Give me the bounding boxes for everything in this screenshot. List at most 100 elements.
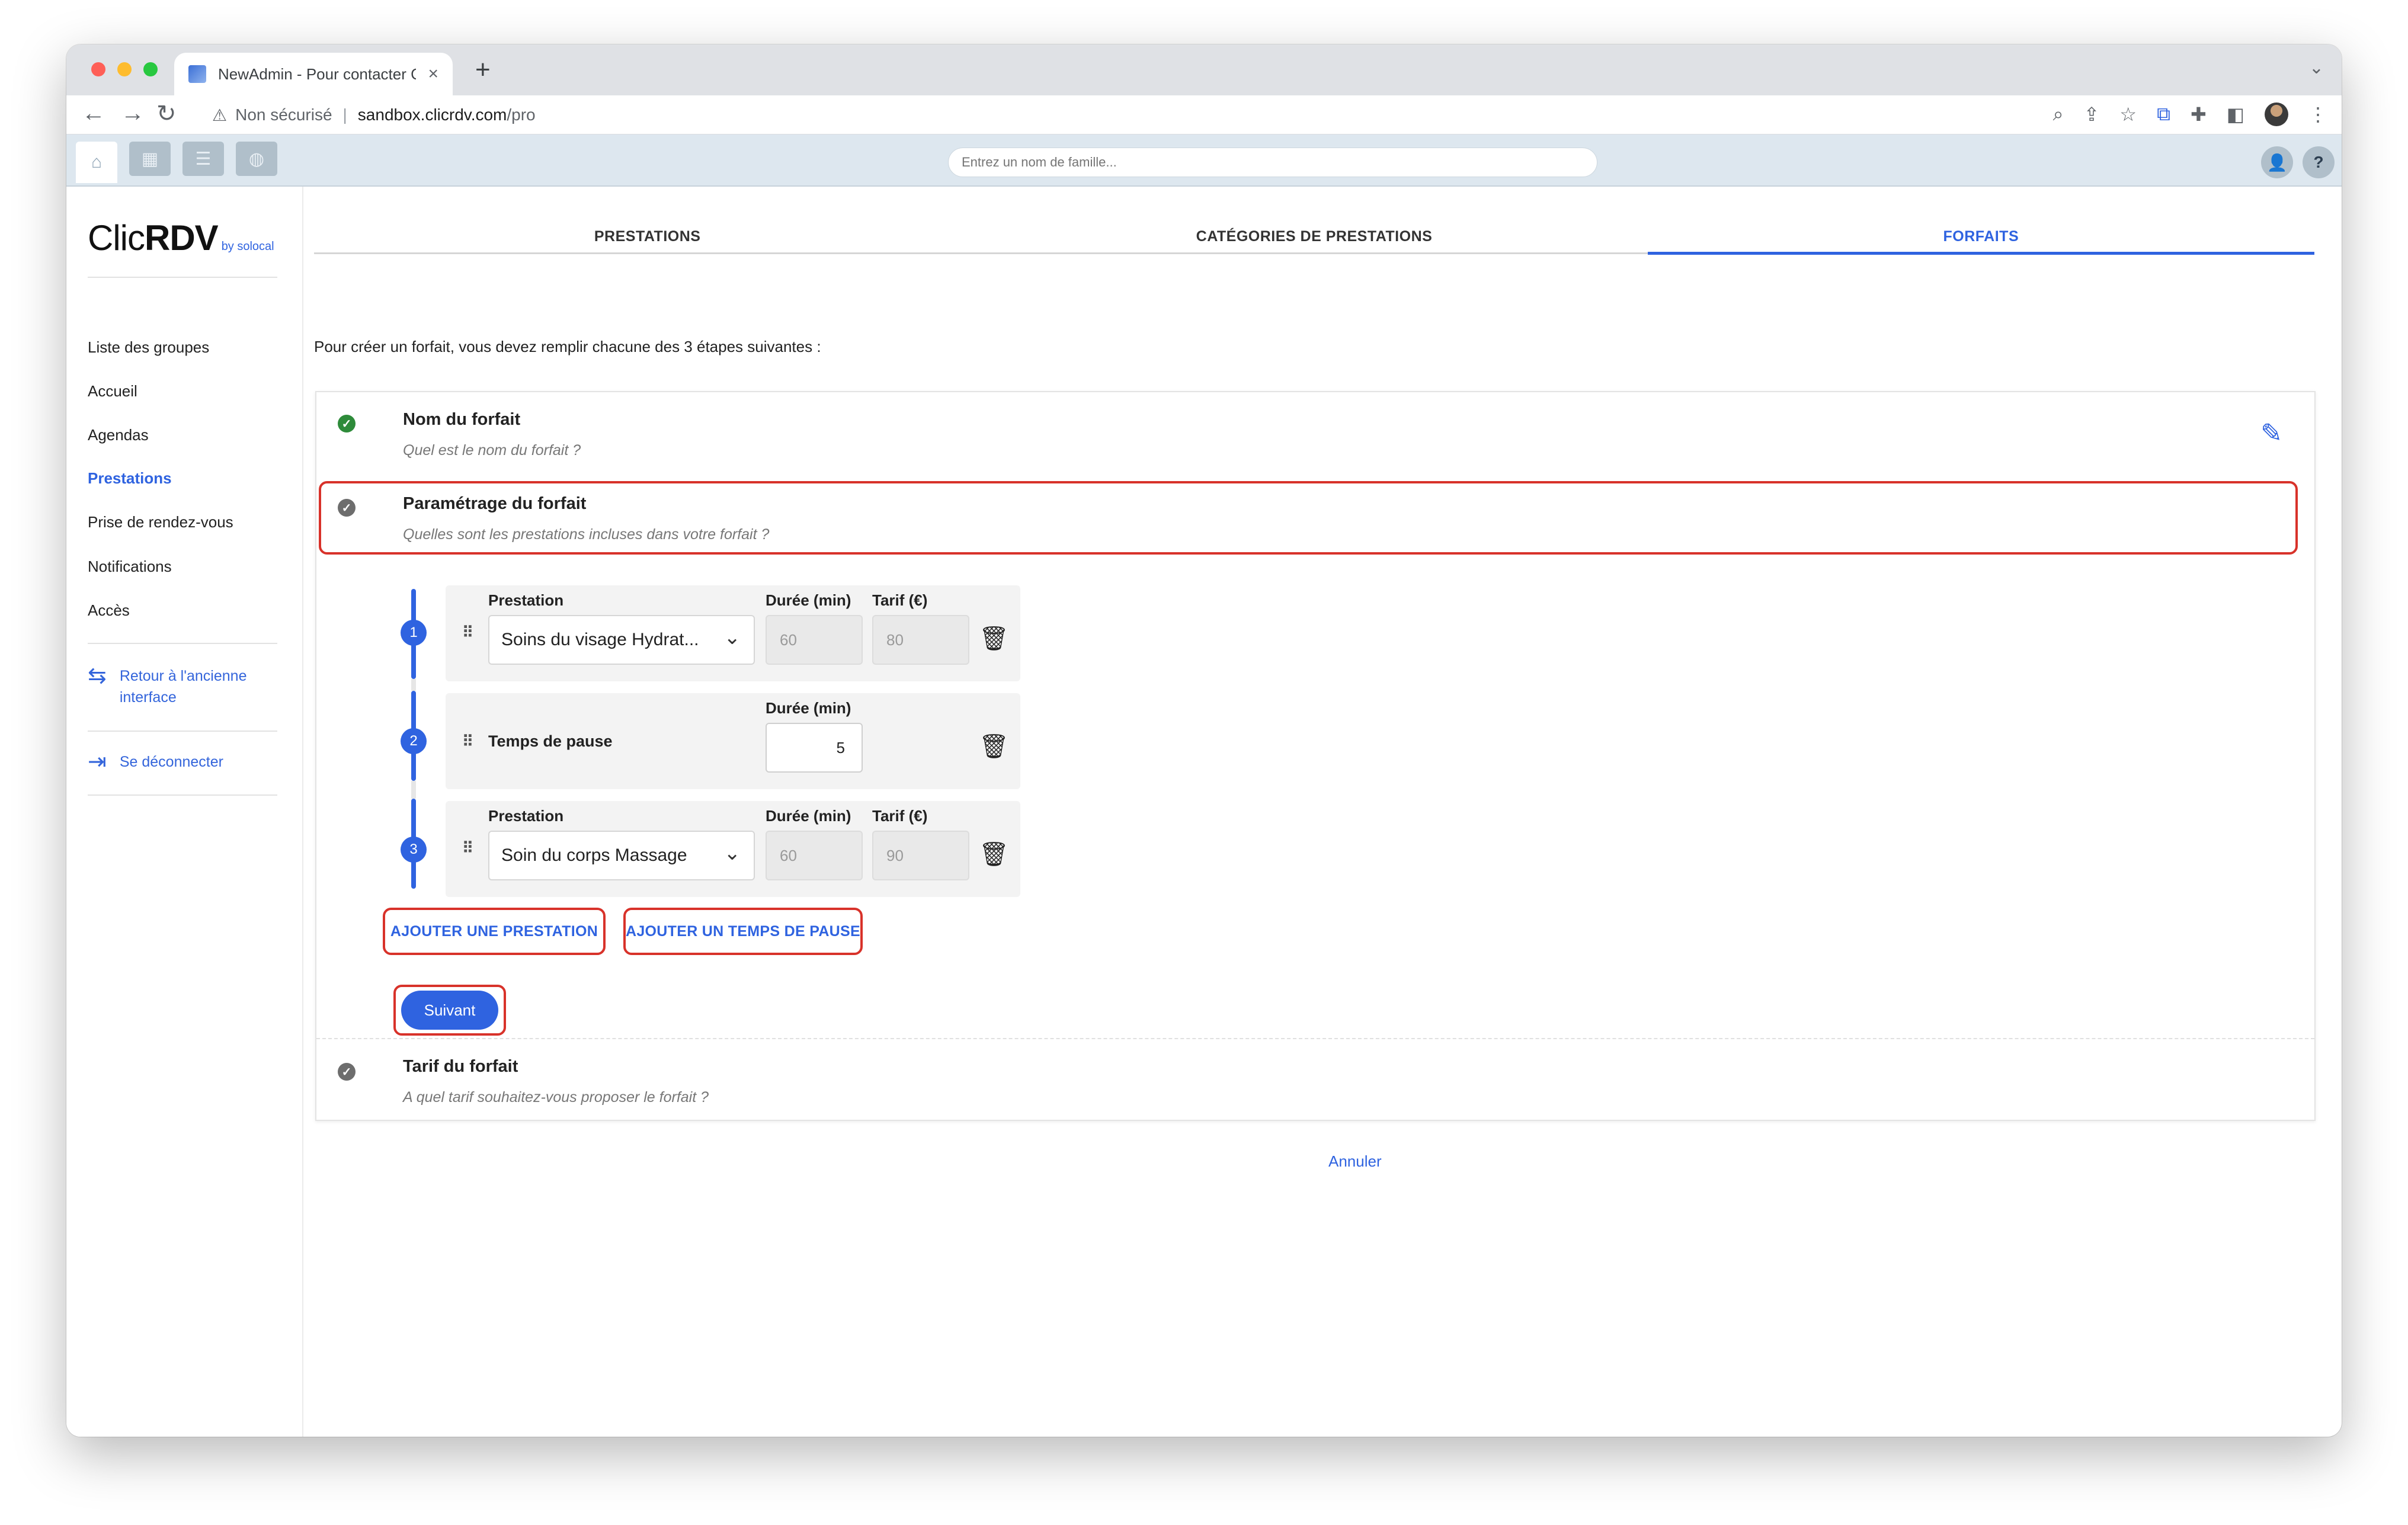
intro-text: Pour créer un forfait, vous devez rempli… [314,338,821,355]
trash-icon[interactable]: 🗑 [979,840,1009,868]
chevron-down-icon: ⌄ [723,842,741,864]
logout-link[interactable]: ⇥ Se déconnecter [88,751,223,773]
kebab-menu-icon[interactable]: ⋮ [2308,103,2327,126]
help-icon[interactable]: ? [2303,146,2335,178]
tab-prestations[interactable]: PRESTATIONS [314,222,981,252]
tab-close-icon[interactable]: × [428,64,438,84]
prestation-row: ⠿ Prestation Durée (min) Tarif (€) Soin … [446,801,1020,897]
trash-icon[interactable]: 🗑 [979,732,1009,760]
duration-field: 60 [766,831,863,880]
next-button[interactable]: Suivant [401,991,498,1030]
duration-label: Durée (min) [766,699,851,717]
step-done-check-icon: ✓ [338,415,356,432]
swap-arrows-icon: ⇆ [88,664,107,688]
app-topbar: ⌂ ▦ ☰ ◍ 👤 ? [66,134,2342,187]
url-host: sandbox.clicrdv.com [357,105,507,124]
timeline-gap [411,679,416,691]
section-tabs: PRESTATIONS CATÉGORIES DE PRESTATIONS FO… [314,222,2314,255]
appbar-right: 👤 ? [2261,146,2335,178]
sync-icon[interactable]: ⧉ [2157,103,2170,126]
divider [88,277,277,278]
price-label: Tarif (€) [872,807,928,825]
logo-text: Clic [88,218,145,258]
step-2-title: Paramétrage du forfait [403,494,587,513]
main-content: PRESTATIONS CATÉGORIES DE PRESTATIONS FO… [303,187,2342,1437]
step-pending-check-icon: ✓ [338,499,356,517]
clicrdv-logo[interactable]: ClicRDV by solocal [88,217,274,258]
step-3-subtitle: A quel tarif souhaitez-vous proposer le … [403,1089,709,1106]
zoom-icon[interactable]: ⌕ [2053,103,2064,126]
duration-label: Durée (min) [766,591,851,609]
pause-label: Temps de pause [488,732,613,750]
back-to-old-interface-link[interactable]: ⇆ Retour à l'ancienne interface [88,665,246,708]
prestation-row: ⠿ Prestation Durée (min) Tarif (€) Soins… [446,585,1020,681]
step-1-title: Nom du forfait [403,410,521,429]
prestation-select[interactable]: Soin du corps Massage ⌄ [488,831,755,880]
price-label: Tarif (€) [872,591,928,609]
sidebar-item-groups[interactable]: Liste des groupes [88,338,209,357]
back-icon[interactable]: ← [82,100,105,127]
trash-icon[interactable]: 🗑 [979,624,1009,652]
forward-icon[interactable]: → [121,100,145,127]
pause-duration-input[interactable]: 5 [766,723,863,773]
back-link-label: Retour à l'ancienne interface [119,668,247,706]
star-icon[interactable]: ☆ [2119,103,2137,126]
home-icon[interactable]: ⌂ [76,142,117,183]
window-controls [91,62,158,76]
user-icon[interactable]: 👤 [2261,146,2293,178]
step-pending-check-icon: ✓ [338,1063,356,1081]
sidebar-item-agendas[interactable]: Agendas [88,426,149,444]
tab-title: NewAdmin - Pour contacter Cli [218,65,417,83]
logo-sub-text: by solocal [221,240,274,253]
edit-pencil-icon[interactable]: ✎ [2260,418,2282,448]
divider [88,731,277,732]
cancel-link[interactable]: Annuler [1328,1152,1382,1171]
new-tab-button[interactable]: + [475,55,491,85]
browser-tab[interactable]: NewAdmin - Pour contacter Cli × [174,53,453,95]
prestation-label: Prestation [488,807,564,825]
logout-icon: ⇥ [88,749,107,774]
toolbar-actions: ⌕ ⇪ ☆ ⧉ ✚ ◧ ⋮ [2053,102,2327,126]
app-nav-icons: ⌂ ▦ ☰ ◍ [76,142,277,183]
family-name-search-input[interactable] [948,148,1597,177]
maximize-window-button[interactable] [143,62,158,76]
step-2-subtitle: Quelles sont les prestations incluses da… [403,526,770,543]
step-number-3: 3 [401,837,427,863]
drag-handle-icon[interactable]: ⠿ [462,839,473,857]
tab-strip: NewAdmin - Pour contacter Cli × + ⌄ [66,44,2342,95]
divider [88,643,277,644]
address-bar[interactable]: ⚠ Non sécurisé | sandbox.clicrdv.com /pr… [196,99,2151,131]
wizard-card: ✓ Nom du forfait Quel est le nom du forf… [315,391,2316,1121]
add-prestation-button[interactable]: AJOUTER UNE PRESTATION [383,908,606,955]
tab-search-icon[interactable]: ⌄ [2309,57,2324,78]
tab-forfaits[interactable]: FORFAITS [1647,222,2314,255]
extensions-icon[interactable]: ✚ [2191,103,2207,126]
tab-categories[interactable]: CATÉGORIES DE PRESTATIONS [981,222,1647,252]
prestation-select[interactable]: Soins du visage Hydrat... ⌄ [488,615,755,665]
close-window-button[interactable] [91,62,105,76]
calendar-icon[interactable]: ▦ [129,142,171,176]
pause-row: ⠿ Temps de pause Durée (min) 5 🗑 [446,693,1020,789]
add-pause-button[interactable]: AJOUTER UN TEMPS DE PAUSE [623,908,863,955]
address-separator: | [342,105,347,124]
step-number-1: 1 [401,620,427,646]
profile-avatar[interactable] [2265,102,2288,126]
sidebar-item-home[interactable]: Accueil [88,382,137,401]
list-icon[interactable]: ☰ [182,142,224,176]
reload-icon[interactable]: ↻ [156,100,177,127]
globe-icon[interactable]: ◍ [236,142,277,176]
step-3-title: Tarif du forfait [403,1057,518,1076]
sidebar-item-notifications[interactable]: Notifications [88,558,172,576]
minimize-window-button[interactable] [117,62,132,76]
next-button-highlight: Suivant [393,985,506,1036]
share-icon[interactable]: ⇪ [2084,103,2100,126]
divider [316,1038,2314,1039]
drag-handle-icon[interactable]: ⠿ [462,732,473,751]
sidebar-item-booking[interactable]: Prise de rendez-vous [88,513,233,531]
sidebar-icon[interactable]: ◧ [2227,103,2244,126]
sidebar-item-access[interactable]: Accès [88,601,130,620]
sidebar-item-prestations[interactable]: Prestations [88,469,172,488]
drag-handle-icon[interactable]: ⠿ [462,623,473,642]
timeline-gap [411,781,416,799]
prestation-select-value: Soin du corps Massage [501,845,687,865]
